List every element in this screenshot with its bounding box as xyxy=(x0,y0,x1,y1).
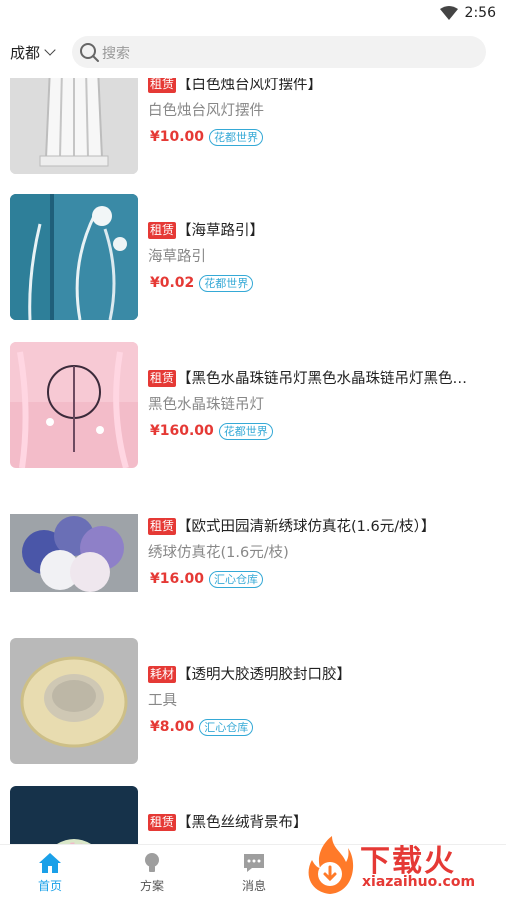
product-price: ¥8.00 xyxy=(150,719,195,735)
product-tag: 租赁 xyxy=(148,222,177,239)
product-price: ¥16.00 xyxy=(150,571,205,587)
product-image-seaweed xyxy=(10,194,138,320)
shop-badge[interactable]: 汇心仓库 xyxy=(209,570,264,588)
product-subtitle: 工具 xyxy=(148,693,177,709)
product-image-tape xyxy=(10,638,138,764)
price-line: ¥10.00 花都世界 xyxy=(148,126,498,148)
product-item[interactable]: 租赁 【欧式田园清新绣球仿真花(1.6元/枝）】 绣球仿真花(1.6元/枝) ¥1… xyxy=(0,490,506,622)
product-title: 【欧式田园清新绣球仿真花(1.6元/枝）】 xyxy=(177,519,436,535)
wifi-icon xyxy=(440,6,458,20)
search-placeholder: 搜索 xyxy=(102,46,130,62)
tab-home-label: 首页 xyxy=(37,879,62,893)
home-icon xyxy=(39,853,61,873)
product-title-line: 租赁 【黑色丝绒背景布】 xyxy=(148,812,498,834)
product-title: 【黑色水晶珠链吊灯黑色水晶珠链吊灯黑色… xyxy=(177,371,468,387)
search-bar[interactable]: 搜索 xyxy=(72,36,486,68)
shop-badge[interactable]: 花都世界 xyxy=(218,422,273,440)
product-tag: 耗材 xyxy=(148,666,177,683)
lightbulb-icon xyxy=(145,853,159,872)
top-bar: 成都 搜索 xyxy=(0,28,506,78)
product-title-line: 租赁 【黑色水晶珠链吊灯黑色水晶珠链吊灯黑色… xyxy=(148,368,498,390)
product-info: 耗材 【透明大胶透明胶封口胶】 工具 ¥8.00 汇心仓库 xyxy=(148,664,498,738)
product-image-chandelier xyxy=(10,342,138,468)
product-list[interactable]: 租赁 【白色烛台风灯摆件】 白色烛台风灯摆件 ¥10.00 花都世界 租赁 【海草路… xyxy=(0,78,506,844)
message-icon xyxy=(244,854,264,872)
tab-plan[interactable]: 方案 xyxy=(102,849,202,897)
chevron-down-icon xyxy=(44,44,56,56)
product-info: 租赁 【黑色丝绒背景布】 xyxy=(148,812,498,834)
product-tag: 租赁 xyxy=(148,518,177,535)
price-line: ¥160.00 花都世界 xyxy=(148,420,498,442)
product-title: 【黑色丝绒背景布】 xyxy=(177,815,308,831)
city-label: 成都 xyxy=(10,44,41,62)
product-subtitle: 绣球仿真花(1.6元/枝) xyxy=(148,545,289,561)
product-info: 租赁 【黑色水晶珠链吊灯黑色水晶珠链吊灯黑色… 黑色水晶珠链吊灯 ¥160.00 … xyxy=(148,368,498,442)
flame-logo-icon xyxy=(308,836,354,894)
product-tag: 租赁 xyxy=(148,370,177,387)
product-image-backdrop xyxy=(10,786,138,844)
product-item[interactable]: 租赁 【海草路引】 海草路引 ¥0.02 花都世界 xyxy=(0,194,506,326)
tab-messages[interactable]: 消息 xyxy=(204,849,304,897)
product-info: 租赁 【海草路引】 海草路引 ¥0.02 花都世界 xyxy=(148,220,498,294)
tab-home[interactable]: 首页 xyxy=(0,849,100,897)
product-title: 【白色烛台风灯摆件】 xyxy=(177,78,323,93)
product-image-lantern xyxy=(10,78,138,174)
product-title: 【海草路引】 xyxy=(177,223,265,239)
status-bar: 2:56 xyxy=(0,0,506,28)
search-icon xyxy=(80,43,99,62)
product-tag: 租赁 xyxy=(148,78,177,93)
tab-messages-label: 消息 xyxy=(241,879,266,893)
shop-badge[interactable]: 花都世界 xyxy=(209,128,264,146)
price-line: ¥0.02 花都世界 xyxy=(148,272,498,294)
product-info: 租赁 【欧式田园清新绣球仿真花(1.6元/枝）】 绣球仿真花(1.6元/枝) ¥1… xyxy=(148,516,498,590)
watermark: 下载火 xiazaihuo.com xyxy=(300,832,506,900)
product-title-line: 耗材 【透明大胶透明胶封口胶】 xyxy=(148,664,498,686)
shop-badge[interactable]: 汇心仓库 xyxy=(199,718,254,736)
price-line: ¥8.00 汇心仓库 xyxy=(148,716,498,738)
shop-badge[interactable]: 花都世界 xyxy=(199,274,254,292)
product-title-line: 租赁 【欧式田园清新绣球仿真花(1.6元/枝）】 xyxy=(148,516,498,538)
product-subtitle: 黑色水晶珠链吊灯 xyxy=(148,397,264,413)
product-price: ¥10.00 xyxy=(150,129,205,145)
product-title: 【透明大胶透明胶封口胶】 xyxy=(177,667,352,683)
status-time: 2:56 xyxy=(464,5,496,21)
city-selector[interactable]: 成都 xyxy=(10,42,56,63)
product-item[interactable]: 租赁 【白色烛台风灯摆件】 白色烛台风灯摆件 ¥10.00 花都世界 xyxy=(0,78,506,180)
tab-plan-label: 方案 xyxy=(139,879,164,893)
product-price: ¥0.02 xyxy=(150,275,195,291)
product-item[interactable]: 耗材 【透明大胶透明胶封口胶】 工具 ¥8.00 汇心仓库 xyxy=(0,638,506,770)
watermark-url: xiazaihuo.com xyxy=(362,874,476,890)
product-subtitle: 白色烛台风灯摆件 xyxy=(148,103,264,119)
price-line: ¥16.00 汇心仓库 xyxy=(148,568,498,590)
product-title-line: 租赁 【海草路引】 xyxy=(148,220,498,242)
product-title-line: 租赁 【白色烛台风灯摆件】 xyxy=(148,78,498,96)
product-subtitle: 海草路引 xyxy=(148,249,206,265)
product-image-hydrangea xyxy=(10,490,138,616)
product-tag: 租赁 xyxy=(148,814,177,831)
product-price: ¥160.00 xyxy=(150,423,214,439)
product-item[interactable]: 租赁 【黑色水晶珠链吊灯黑色水晶珠链吊灯黑色… 黑色水晶珠链吊灯 ¥160.00 … xyxy=(0,342,506,474)
product-info: 租赁 【白色烛台风灯摆件】 白色烛台风灯摆件 ¥10.00 花都世界 xyxy=(148,78,498,148)
